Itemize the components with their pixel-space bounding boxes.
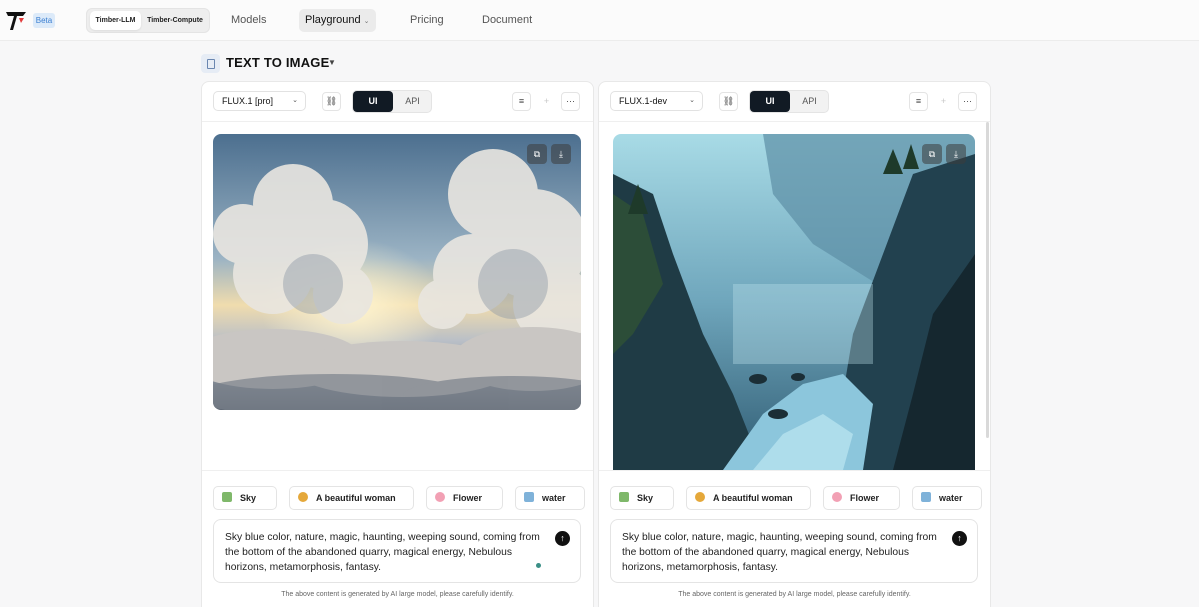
generated-image: ⧉ ⤓ bbox=[613, 134, 975, 470]
download-icon[interactable]: ⤓ bbox=[946, 144, 966, 164]
product-switcher: Timber-LLM Timber-Compute bbox=[86, 8, 210, 33]
chip-water[interactable]: water bbox=[912, 486, 982, 510]
cloud-sky-image bbox=[213, 134, 581, 410]
ai-disclaimer: The above content is generated by AI lar… bbox=[678, 591, 911, 598]
copy-icon[interactable]: ⧉ bbox=[527, 144, 547, 164]
mode-api-tab[interactable]: API bbox=[790, 91, 829, 112]
link-icon[interactable]: ⛓ bbox=[322, 92, 341, 111]
generated-image: ⧉ ⤓ bbox=[213, 134, 581, 410]
misty-canyon-image bbox=[613, 134, 975, 470]
woman-icon bbox=[695, 492, 705, 502]
settings-sliders-icon[interactable]: ≡ bbox=[909, 92, 928, 111]
mode-api-tab[interactable]: API bbox=[393, 91, 432, 112]
prompt-text[interactable]: Sky blue color, nature, magic, haunting,… bbox=[225, 530, 555, 575]
switch-timber-compute[interactable]: Timber-Compute bbox=[142, 11, 208, 30]
send-arrow-icon[interactable]: ↑ bbox=[952, 531, 967, 546]
more-icon[interactable]: ··· bbox=[958, 92, 977, 111]
sky-icon bbox=[222, 492, 232, 502]
divider bbox=[599, 470, 990, 471]
beta-badge: Beta bbox=[33, 13, 55, 28]
copy-icon[interactable]: ⧉ bbox=[922, 144, 942, 164]
divider bbox=[202, 470, 593, 471]
flower-icon bbox=[435, 492, 445, 502]
panel-header: FLUX.1-dev ⌄ ⛓ UI API ≡ + ··· bbox=[599, 82, 990, 122]
water-icon bbox=[921, 492, 931, 502]
mode-ui-tab[interactable]: UI bbox=[750, 91, 790, 112]
nav-models[interactable]: Models bbox=[231, 9, 266, 32]
add-icon[interactable]: + bbox=[934, 92, 953, 111]
chip-sky[interactable]: Sky bbox=[610, 486, 674, 510]
prompt-input[interactable]: Sky blue color, nature, magic, haunting,… bbox=[610, 519, 978, 583]
link-icon[interactable]: ⛓ bbox=[719, 92, 738, 111]
ai-disclaimer: The above content is generated by AI lar… bbox=[281, 591, 514, 598]
text-to-image-icon bbox=[201, 54, 220, 73]
send-arrow-icon[interactable]: ↑ bbox=[555, 531, 570, 546]
scrollbar[interactable] bbox=[986, 122, 989, 438]
chip-beautiful-woman[interactable]: A beautiful woman bbox=[686, 486, 811, 510]
top-navigation: Beta Timber-LLM Timber-Compute Models Pl… bbox=[0, 0, 1199, 41]
sky-icon bbox=[619, 492, 629, 502]
more-icon[interactable]: ··· bbox=[561, 92, 580, 111]
mode-ui-tab[interactable]: UI bbox=[353, 91, 393, 112]
panel-header: FLUX.1 [pro] ⌄ ⛓ UI API ≡ + ··· bbox=[202, 82, 593, 122]
chip-water[interactable]: water bbox=[515, 486, 585, 510]
chevron-down-icon[interactable]: ▼ bbox=[328, 58, 336, 67]
download-icon[interactable]: ⤓ bbox=[551, 144, 571, 164]
chevron-down-icon: ⌄ bbox=[363, 18, 370, 25]
prompt-input[interactable]: Sky blue color, nature, magic, haunting,… bbox=[213, 519, 581, 583]
chip-beautiful-woman[interactable]: A beautiful woman bbox=[289, 486, 414, 510]
chevron-down-icon: ⌄ bbox=[292, 97, 298, 104]
timber-logo-icon[interactable] bbox=[5, 9, 27, 31]
mode-toggle: UI API bbox=[749, 90, 829, 113]
woman-icon bbox=[298, 492, 308, 502]
add-icon[interactable]: + bbox=[537, 92, 556, 111]
mode-toggle: UI API bbox=[352, 90, 432, 113]
settings-sliders-icon[interactable]: ≡ bbox=[512, 92, 531, 111]
flower-icon bbox=[832, 492, 842, 502]
playground-panel-left: FLUX.1 [pro] ⌄ ⛓ UI API ≡ + ··· ⧉ ⤓ Sky … bbox=[201, 81, 594, 607]
water-icon bbox=[524, 492, 534, 502]
nav-document[interactable]: Document bbox=[482, 9, 532, 32]
status-dot bbox=[536, 563, 541, 568]
page-title[interactable]: TEXT TO IMAGE bbox=[226, 55, 329, 70]
chip-sky[interactable]: Sky bbox=[213, 486, 277, 510]
playground-panel-right: FLUX.1-dev ⌄ ⛓ UI API ≡ + ··· ⧉ ⤓ Sky A … bbox=[598, 81, 991, 607]
prompt-text[interactable]: Sky blue color, nature, magic, haunting,… bbox=[622, 530, 952, 575]
chip-flower[interactable]: Flower bbox=[823, 486, 900, 510]
nav-playground[interactable]: Playground ⌄ bbox=[299, 9, 376, 32]
chevron-down-icon: ⌄ bbox=[689, 97, 695, 104]
model-select[interactable]: FLUX.1-dev ⌄ bbox=[610, 91, 703, 111]
chip-flower[interactable]: Flower bbox=[426, 486, 503, 510]
model-select[interactable]: FLUX.1 [pro] ⌄ bbox=[213, 91, 306, 111]
nav-pricing[interactable]: Pricing bbox=[410, 9, 444, 32]
switch-timber-llm[interactable]: Timber-LLM bbox=[90, 11, 141, 30]
